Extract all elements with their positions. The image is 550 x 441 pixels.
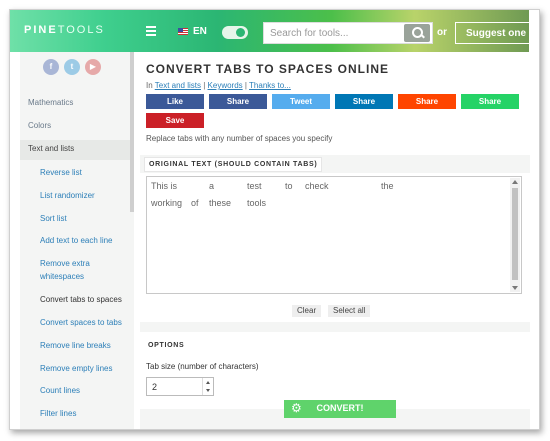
textarea-scrollbar[interactable]: [510, 178, 520, 292]
crumb-category-link[interactable]: Text and lists: [155, 81, 201, 90]
reddit-share-button[interactable]: Share: [398, 94, 456, 109]
language-selector[interactable]: EN: [193, 26, 207, 37]
or-text: or: [437, 27, 447, 38]
facebook-like-button[interactable]: Like: [146, 94, 204, 109]
page-title: CONVERT TABS TO SPACES ONLINE: [146, 62, 390, 76]
whatsapp-share-button[interactable]: Share: [461, 94, 519, 109]
sidebar-item-add-text[interactable]: Add text to each line: [40, 234, 125, 247]
gear-icon: ⚙: [291, 401, 302, 415]
sidebar-item-remove-empty-lines[interactable]: Remove empty lines: [40, 362, 125, 375]
sidebar-category-colors[interactable]: Colors: [28, 121, 51, 130]
crumb-in: In: [146, 81, 153, 90]
tab-size-label: Tab size (number of characters): [146, 362, 259, 371]
us-flag-icon: [178, 28, 188, 35]
section-divider: [140, 322, 530, 332]
facebook-icon[interactable]: f: [43, 59, 59, 75]
pinetools-logo[interactable]: PINETOOLS: [24, 24, 105, 36]
sidebar-item-sort-list[interactable]: Sort list: [40, 212, 125, 225]
youtube-icon[interactable]: ▶: [85, 59, 101, 75]
sidebar-category-mathematics[interactable]: Mathematics: [28, 98, 73, 107]
twitter-tweet-button[interactable]: Tweet: [272, 94, 330, 109]
select-all-button[interactable]: Select all: [328, 305, 371, 317]
twitter-icon[interactable]: t: [64, 59, 80, 75]
sidebar-item-remove-whitespaces[interactable]: Remove extra whitespaces: [40, 257, 110, 283]
original-text-input[interactable]: This is a test to check the working of t…: [146, 176, 522, 294]
pinterest-save-button[interactable]: Save: [146, 113, 204, 128]
sidebar-item-convert-spaces[interactable]: Convert spaces to tabs: [40, 316, 125, 329]
toggle-knob-icon: [236, 28, 245, 37]
sidebar-item-reverse-list[interactable]: Reverse list: [40, 166, 125, 179]
convert-label: CONVERT!: [316, 403, 364, 413]
sidebar-category-text-and-lists[interactable]: Text and lists: [28, 144, 74, 153]
sidebar-item-list-randomizer[interactable]: List randomizer: [40, 189, 125, 202]
theme-toggle[interactable]: [222, 26, 248, 39]
breadcrumb: In Text and lists | Keywords | Thanks to…: [146, 81, 291, 90]
facebook-share-button[interactable]: Share: [209, 94, 267, 109]
options-label: OPTIONS: [144, 339, 189, 352]
scroll-up-icon[interactable]: [512, 180, 518, 184]
linkedin-share-button[interactable]: Share: [335, 94, 393, 109]
search-icon[interactable]: [404, 24, 430, 42]
scroll-down-icon[interactable]: [512, 286, 518, 290]
sidebar-item-count-lines[interactable]: Count lines: [40, 384, 125, 397]
convert-button[interactable]: ⚙ CONVERT!: [284, 400, 396, 418]
sidebar-item-convert-tabs[interactable]: Convert tabs to spaces: [40, 293, 125, 306]
sidebar-item-filter-lines[interactable]: Filter lines: [40, 407, 125, 420]
crumb-thanks-link[interactable]: Thanks to...: [249, 81, 291, 90]
scroll-thumb[interactable]: [512, 188, 518, 280]
sidebar-item-remove-line-breaks[interactable]: Remove line breaks: [40, 339, 125, 352]
clear-button[interactable]: Clear: [292, 305, 322, 317]
tab-size-stepper[interactable]: [202, 378, 213, 395]
suggest-one-button[interactable]: Suggest one: [455, 22, 531, 44]
crumb-keywords-link[interactable]: Keywords: [208, 81, 243, 90]
original-text-label: ORIGINAL TEXT (SHOULD CONTAIN TABS): [144, 157, 323, 172]
tool-description: Replace tabs with any number of spaces y…: [146, 134, 333, 143]
menu-icon[interactable]: [146, 26, 156, 36]
sidebar-scrollbar[interactable]: [130, 52, 134, 212]
